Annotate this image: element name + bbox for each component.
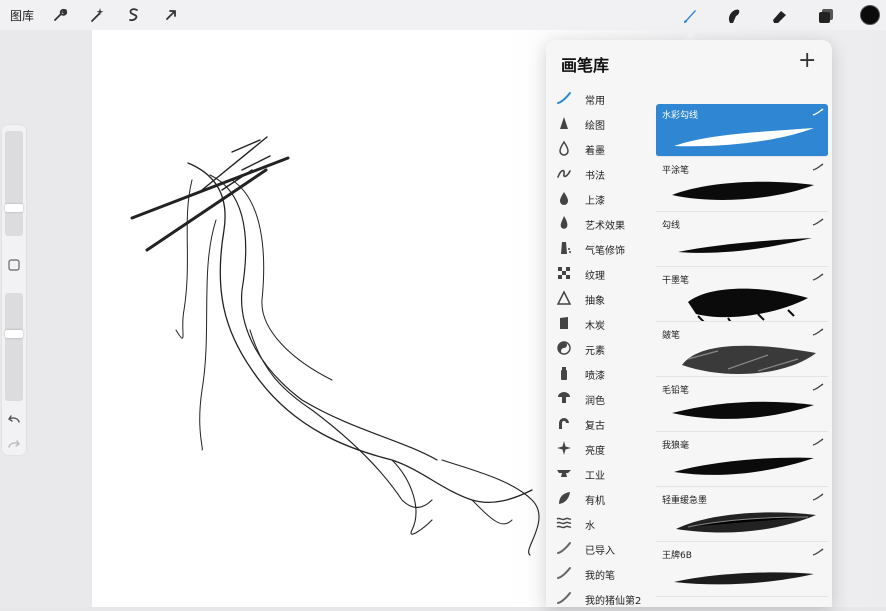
brush-item[interactable]: 王牌6B bbox=[656, 544, 828, 597]
yin-yang-icon bbox=[557, 341, 571, 355]
flame-drop-icon bbox=[560, 216, 568, 229]
brush-size-slider[interactable] bbox=[5, 131, 23, 236]
brush-stroke-preview bbox=[682, 345, 816, 375]
mushroom-icon bbox=[558, 392, 570, 403]
airbrush-icon bbox=[561, 242, 571, 254]
category-item[interactable]: 纹理 bbox=[556, 263, 650, 285]
category-item[interactable]: 书法 bbox=[556, 163, 650, 185]
brush-item[interactable]: 我狼毫 bbox=[656, 434, 828, 487]
add-brush-button[interactable]: + bbox=[798, 50, 816, 72]
magic-wand-icon[interactable] bbox=[88, 6, 106, 24]
transform-arrow-icon[interactable] bbox=[162, 6, 180, 24]
brush-stroke-preview bbox=[676, 512, 816, 533]
stroke-icon bbox=[557, 592, 571, 604]
spray-can-icon bbox=[561, 367, 567, 380]
brush-item-selected[interactable]: 水彩勾线 bbox=[656, 104, 828, 157]
brush-stroke-preview bbox=[688, 288, 808, 321]
wrench-icon[interactable] bbox=[51, 6, 69, 24]
stroke-icon bbox=[557, 542, 571, 554]
checker-icon bbox=[558, 267, 570, 279]
selection-icon[interactable] bbox=[125, 6, 143, 24]
calligraphy-icon bbox=[557, 169, 571, 178]
sparkle-icon bbox=[557, 441, 571, 455]
leaf-icon bbox=[559, 492, 570, 504]
redo-icon[interactable] bbox=[7, 437, 21, 451]
layers-icon[interactable] bbox=[816, 6, 836, 26]
brush-item[interactable]: 干墨笔 bbox=[656, 269, 828, 322]
category-item[interactable]: 艺术效果 bbox=[556, 213, 650, 235]
eraser-icon[interactable] bbox=[770, 6, 790, 26]
brush-tag-icon bbox=[812, 383, 824, 391]
brush-tag-icon bbox=[812, 108, 824, 116]
waves-icon bbox=[556, 517, 572, 529]
brush-tag-icon bbox=[812, 548, 824, 556]
brush-tag-icon bbox=[812, 493, 824, 501]
brush-stroke-preview bbox=[674, 128, 814, 147]
stroke-icon bbox=[557, 92, 571, 104]
paint-drop-icon bbox=[560, 192, 568, 205]
category-item[interactable]: 亮度 bbox=[556, 438, 650, 460]
brush-size-thumb[interactable] bbox=[5, 204, 23, 212]
brush-stroke-preview bbox=[674, 572, 814, 585]
category-item[interactable]: 润色 bbox=[556, 388, 650, 410]
charcoal-icon bbox=[560, 317, 568, 329]
category-item[interactable]: 我的猪仙第2 bbox=[556, 588, 650, 607]
brush-stroke-preview bbox=[672, 181, 814, 200]
category-item[interactable]: 气笔修饰 bbox=[556, 238, 650, 260]
brush-tag-icon bbox=[812, 218, 824, 226]
brush-stroke-preview bbox=[672, 401, 814, 419]
pencil-tip-icon bbox=[560, 117, 568, 129]
category-item[interactable]: 元素 bbox=[556, 338, 650, 360]
category-item[interactable]: 已导入 bbox=[556, 538, 650, 560]
top-toolbar: 图库 bbox=[0, 0, 886, 30]
category-item[interactable]: 绘图 bbox=[556, 113, 650, 135]
opacity-thumb[interactable] bbox=[5, 330, 23, 338]
brush-tag-icon bbox=[812, 163, 824, 171]
brush-item[interactable]: 皴笔 bbox=[656, 324, 828, 377]
brush-item[interactable]: 轻重缓急墨 bbox=[656, 489, 828, 542]
opacity-slider[interactable] bbox=[5, 293, 23, 401]
category-item[interactable]: 上漆 bbox=[556, 188, 650, 210]
brush-item[interactable]: 平涂笔 bbox=[656, 159, 828, 212]
category-item[interactable]: 木炭 bbox=[556, 313, 650, 335]
stroke-icon bbox=[557, 567, 571, 579]
ink-drop-icon bbox=[559, 140, 569, 156]
category-item[interactable]: 着墨 bbox=[556, 138, 650, 160]
category-item[interactable]: 水 bbox=[556, 513, 650, 535]
panel-title: 画笔库 bbox=[561, 56, 610, 75]
brush-item[interactable]: 勾线 bbox=[656, 214, 828, 267]
brush-stroke-preview bbox=[674, 457, 814, 475]
retro-arch-icon bbox=[559, 418, 569, 429]
brush-stroke-preview bbox=[678, 238, 812, 253]
undo-icon[interactable] bbox=[7, 412, 21, 426]
category-item[interactable]: 抽象 bbox=[556, 288, 650, 310]
category-item[interactable]: 复古 bbox=[556, 413, 650, 435]
side-toolbar bbox=[2, 125, 26, 455]
gallery-button[interactable]: 图库 bbox=[10, 7, 34, 24]
category-item[interactable]: 有机 bbox=[556, 488, 650, 510]
anvil-icon bbox=[557, 470, 571, 477]
category-item[interactable]: 喷漆 bbox=[556, 363, 650, 385]
brush-tag-icon bbox=[812, 438, 824, 446]
brush-icon[interactable] bbox=[680, 6, 700, 26]
smudge-icon[interactable] bbox=[724, 6, 744, 26]
category-item[interactable]: 常用 bbox=[556, 88, 650, 110]
category-item[interactable]: 我的笔 bbox=[556, 563, 650, 585]
brush-item[interactable]: 毛铅笔 bbox=[656, 379, 828, 432]
category-item[interactable]: 工业 bbox=[556, 463, 650, 485]
triangle-icon bbox=[556, 290, 572, 305]
square-icon[interactable] bbox=[8, 259, 20, 271]
color-picker-button[interactable] bbox=[860, 5, 880, 25]
brush-library-panel: 画笔库 + 常用 绘图 着墨 书法 上漆 艺术效果 气笔修饰 纹理 抽象 木炭 … bbox=[546, 40, 832, 607]
